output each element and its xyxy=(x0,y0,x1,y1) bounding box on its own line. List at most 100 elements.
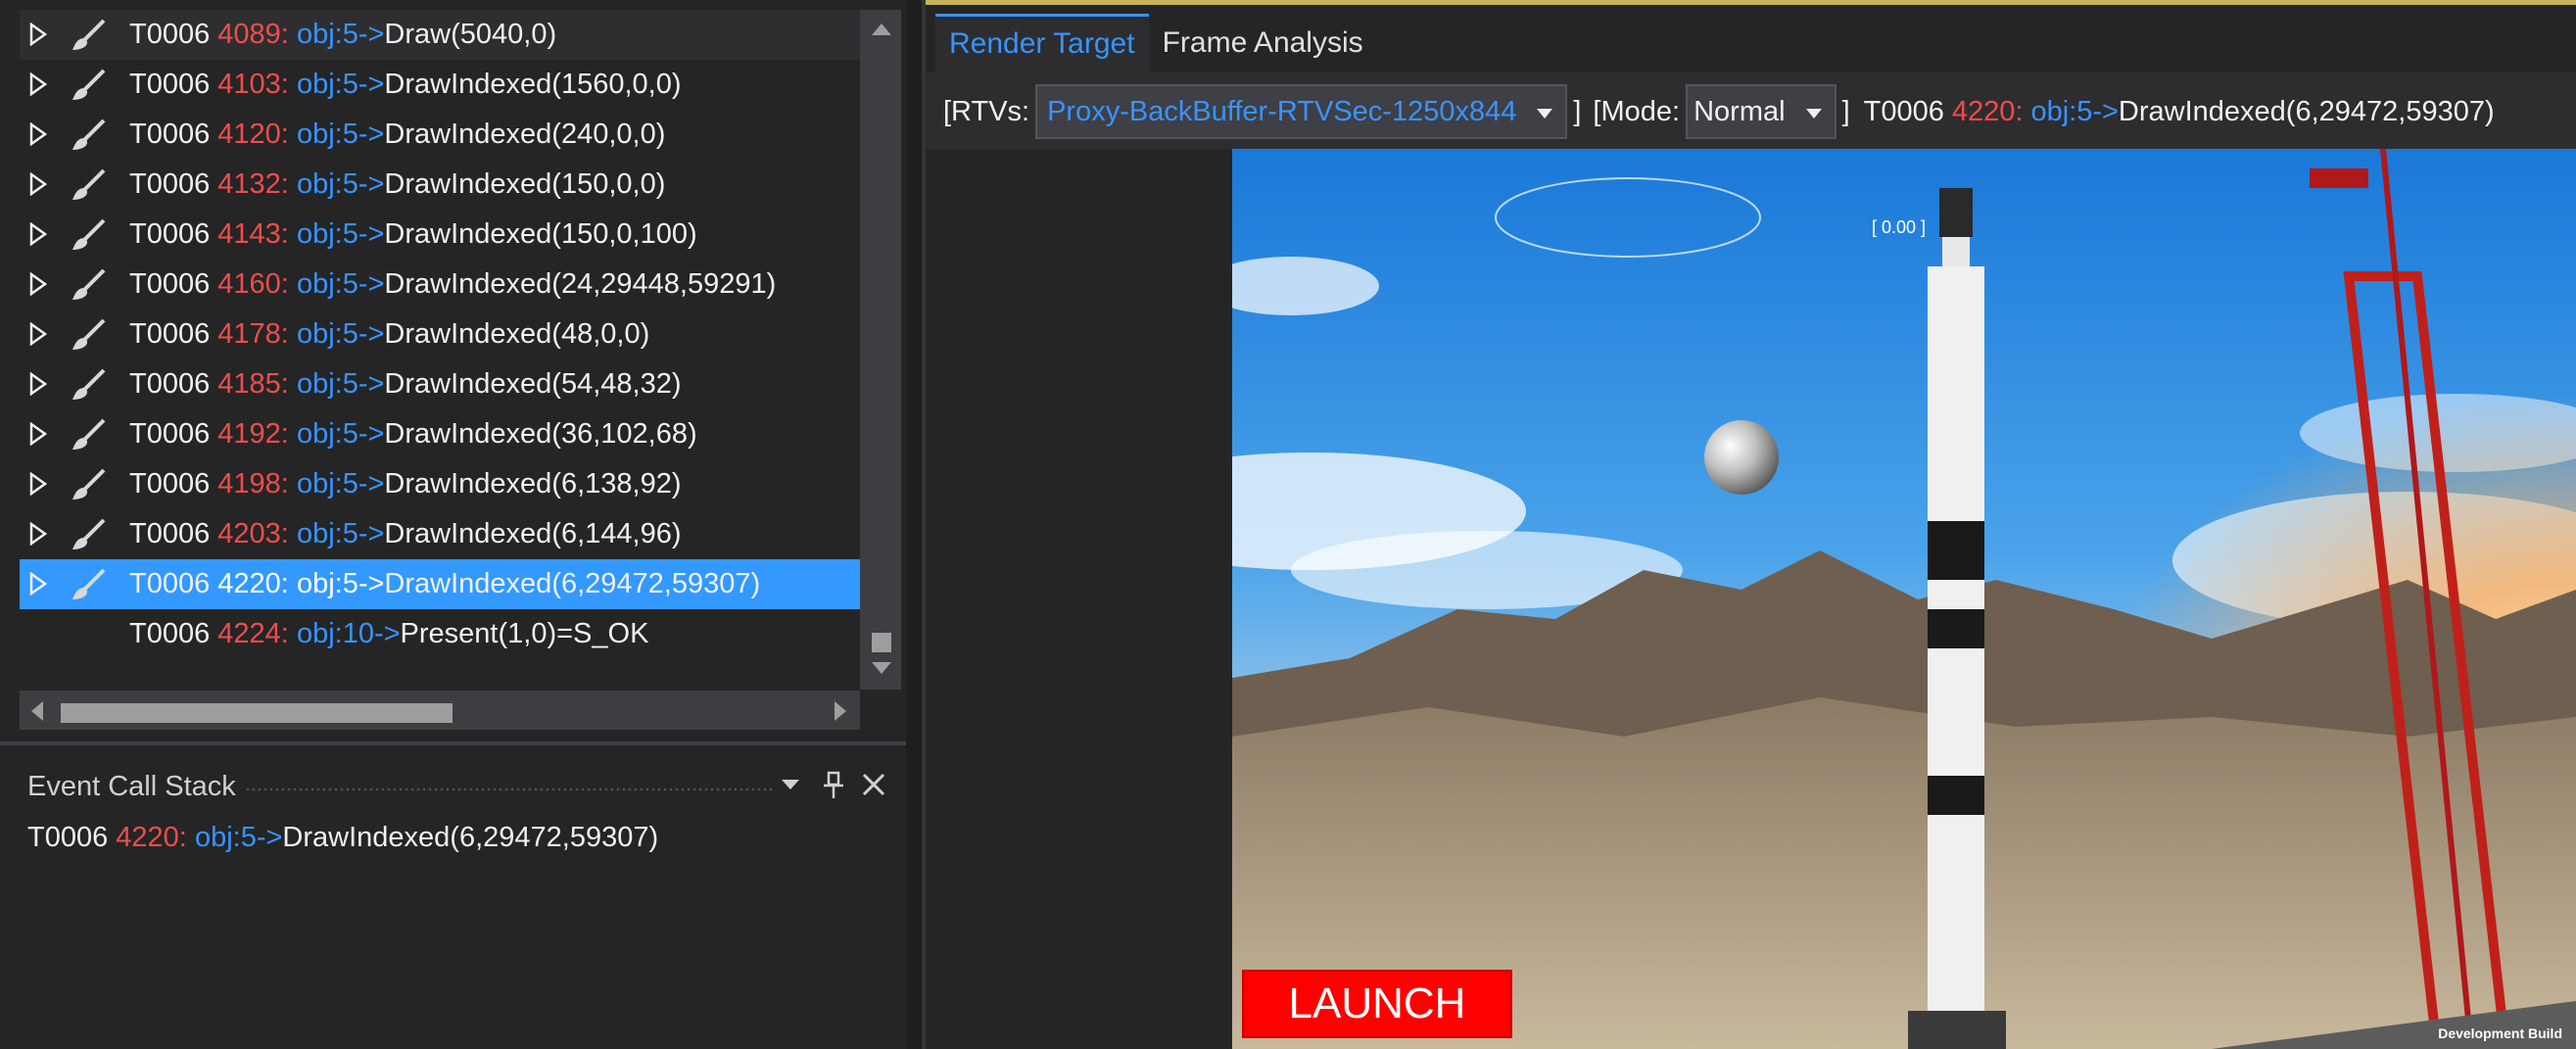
call-stack-entry[interactable]: T0006 4220: obj:5->DrawIndexed(6,29472,5… xyxy=(27,822,658,854)
event-call-stack-panel: Event Call Stack T0006 4220: obj:5->Draw… xyxy=(0,741,906,1049)
event-number: 4132: xyxy=(217,168,289,200)
brush-icon xyxy=(72,318,106,350)
object-id: obj:5 xyxy=(296,218,358,250)
event-row[interactable]: T0006 4185: obj:5->DrawIndexed(54,48,32) xyxy=(20,359,860,409)
call-stack-title: Event Call Stack xyxy=(27,771,236,802)
expand-arrow-icon[interactable] xyxy=(27,23,49,46)
event-text: T0006 4185: obj:5->DrawIndexed(54,48,32) xyxy=(129,367,682,401)
scroll-right-icon[interactable] xyxy=(833,700,848,722)
call-arrow: -> xyxy=(358,119,385,150)
bracket-close: ] xyxy=(1573,95,1582,127)
thread-id: T0006 xyxy=(129,318,211,350)
horizontal-scrollbar[interactable] xyxy=(20,691,860,730)
panel-grip[interactable] xyxy=(245,787,774,792)
event-number: 4224: xyxy=(217,618,289,649)
brush-icon xyxy=(72,468,106,500)
event-row[interactable]: T0006 4220: obj:5->DrawIndexed(6,29472,5… xyxy=(20,559,860,609)
chevron-down-icon xyxy=(1537,109,1553,119)
call-arrow: -> xyxy=(358,568,385,599)
view-tabs: Render Target Frame Analysis xyxy=(935,14,1377,72)
event-row[interactable]: T0006 4103: obj:5->DrawIndexed(1560,0,0) xyxy=(20,60,860,110)
object-id: obj:5 xyxy=(296,168,358,200)
call-name: DrawIndexed(6,144,96) xyxy=(384,518,682,549)
call-name: DrawIndexed(48,0,0) xyxy=(384,318,650,350)
mode-select[interactable]: Normal xyxy=(1686,84,1837,139)
event-row[interactable]: T0006 4089: obj:5->Draw(5040,0) xyxy=(20,10,860,60)
call-arrow: -> xyxy=(358,19,385,50)
expand-arrow-icon[interactable] xyxy=(27,322,49,346)
expand-arrow-icon[interactable] xyxy=(27,572,49,596)
event-row[interactable]: T0006 4178: obj:5->DrawIndexed(48,0,0) xyxy=(20,310,860,359)
event-row[interactable]: T0006 4224: obj:10->Present(1,0)=S_OK xyxy=(20,609,860,659)
scroll-up-icon[interactable] xyxy=(871,22,892,37)
event-number: 4120: xyxy=(217,119,289,150)
event-number: 4143: xyxy=(217,218,289,250)
call-stack-header: Event Call Stack xyxy=(0,765,906,810)
expand-arrow-icon[interactable] xyxy=(27,372,49,396)
event-text: T0006 4103: obj:5->DrawIndexed(1560,0,0) xyxy=(129,68,682,101)
event-number: 4089: xyxy=(217,19,289,50)
thread-id: T0006 xyxy=(129,218,211,250)
rtv-select[interactable]: Proxy-BackBuffer-RTVSec-1250x844 xyxy=(1035,84,1568,139)
event-row[interactable]: T0006 4192: obj:5->DrawIndexed(36,102,68… xyxy=(20,409,860,459)
call-name: DrawIndexed(24,29448,59291) xyxy=(384,268,777,300)
expand-arrow-icon[interactable] xyxy=(27,522,49,546)
event-text: T0006 4203: obj:5->DrawIndexed(6,144,96) xyxy=(129,517,682,550)
tab-render-target[interactable]: Render Target xyxy=(935,14,1149,72)
call-arrow: -> xyxy=(358,468,385,500)
event-row[interactable]: T0006 4120: obj:5->DrawIndexed(240,0,0) xyxy=(20,110,860,160)
call-arrow: -> xyxy=(358,268,385,300)
expand-arrow-icon[interactable] xyxy=(27,472,49,496)
call-name: DrawIndexed(6,29472,59307) xyxy=(2118,95,2495,127)
event-number: 4192: xyxy=(217,418,289,450)
render-target-panel: Render Target Frame Analysis [RTVs: Prox… xyxy=(926,0,2576,1049)
mode-label: [Mode: xyxy=(1593,95,1681,127)
target-marker-label: [ 0.00 ] xyxy=(1872,217,1927,237)
vertical-scroll-thumb[interactable] xyxy=(872,633,891,652)
event-number: 4103: xyxy=(217,69,289,100)
scroll-down-icon[interactable] xyxy=(871,660,892,676)
call-name: DrawIndexed(1560,0,0) xyxy=(384,69,682,100)
bracket-close: ] xyxy=(1841,95,1850,127)
chevron-down-icon xyxy=(1805,109,1822,119)
close-icon[interactable] xyxy=(860,771,887,798)
render-target-viewport[interactable]: [ 0.00 ] LAUNCH Development Build xyxy=(1232,149,2576,1049)
expand-arrow-icon[interactable] xyxy=(27,222,49,246)
call-name: Present(1,0)=S_OK xyxy=(400,618,649,649)
call-arrow: -> xyxy=(358,318,385,350)
event-number: 4220: xyxy=(1951,95,2024,127)
tab-frame-analysis[interactable]: Frame Analysis xyxy=(1149,14,1377,72)
launch-button[interactable]: LAUNCH xyxy=(1242,970,1512,1038)
event-row[interactable]: T0006 4160: obj:5->DrawIndexed(24,29448,… xyxy=(20,260,860,310)
expand-arrow-icon[interactable] xyxy=(27,72,49,96)
object-id: obj:5 xyxy=(296,119,358,150)
vertical-scrollbar[interactable] xyxy=(860,10,901,690)
event-row[interactable]: T0006 4132: obj:5->DrawIndexed(150,0,0) xyxy=(20,160,860,210)
object-id: obj:5 xyxy=(296,368,358,400)
expand-arrow-icon[interactable] xyxy=(27,422,49,446)
expand-arrow-icon[interactable] xyxy=(27,172,49,196)
object-id: obj:5 xyxy=(296,468,358,500)
call-name: DrawIndexed(150,0,0) xyxy=(384,168,666,200)
chevron-down-icon[interactable] xyxy=(779,773,802,796)
scroll-left-icon[interactable] xyxy=(29,700,45,722)
brush-icon xyxy=(72,518,106,549)
call-arrow: -> xyxy=(358,218,385,250)
call-name: DrawIndexed(150,0,100) xyxy=(384,218,697,250)
brush-icon xyxy=(72,168,106,200)
event-row[interactable]: T0006 4143: obj:5->DrawIndexed(150,0,100… xyxy=(20,210,860,260)
thread-id: T0006 xyxy=(1863,95,1944,127)
call-arrow: -> xyxy=(358,168,385,200)
event-list[interactable]: T0006 4089: obj:5->Draw(5040,0) T0006 410… xyxy=(20,10,860,686)
event-row[interactable]: T0006 4203: obj:5->DrawIndexed(6,144,96) xyxy=(20,509,860,559)
call-arrow: -> xyxy=(358,368,385,400)
thread-id: T0006 xyxy=(129,69,211,100)
brush-icon xyxy=(72,19,106,50)
pin-icon[interactable] xyxy=(821,771,846,800)
horizontal-scroll-thumb[interactable] xyxy=(61,703,453,723)
expand-arrow-icon[interactable] xyxy=(27,272,49,296)
event-text: T0006 4160: obj:5->DrawIndexed(24,29448,… xyxy=(129,267,776,301)
event-row[interactable]: T0006 4198: obj:5->DrawIndexed(6,138,92) xyxy=(20,459,860,509)
expand-arrow-icon[interactable] xyxy=(27,122,49,146)
call-name: DrawIndexed(240,0,0) xyxy=(384,119,666,150)
